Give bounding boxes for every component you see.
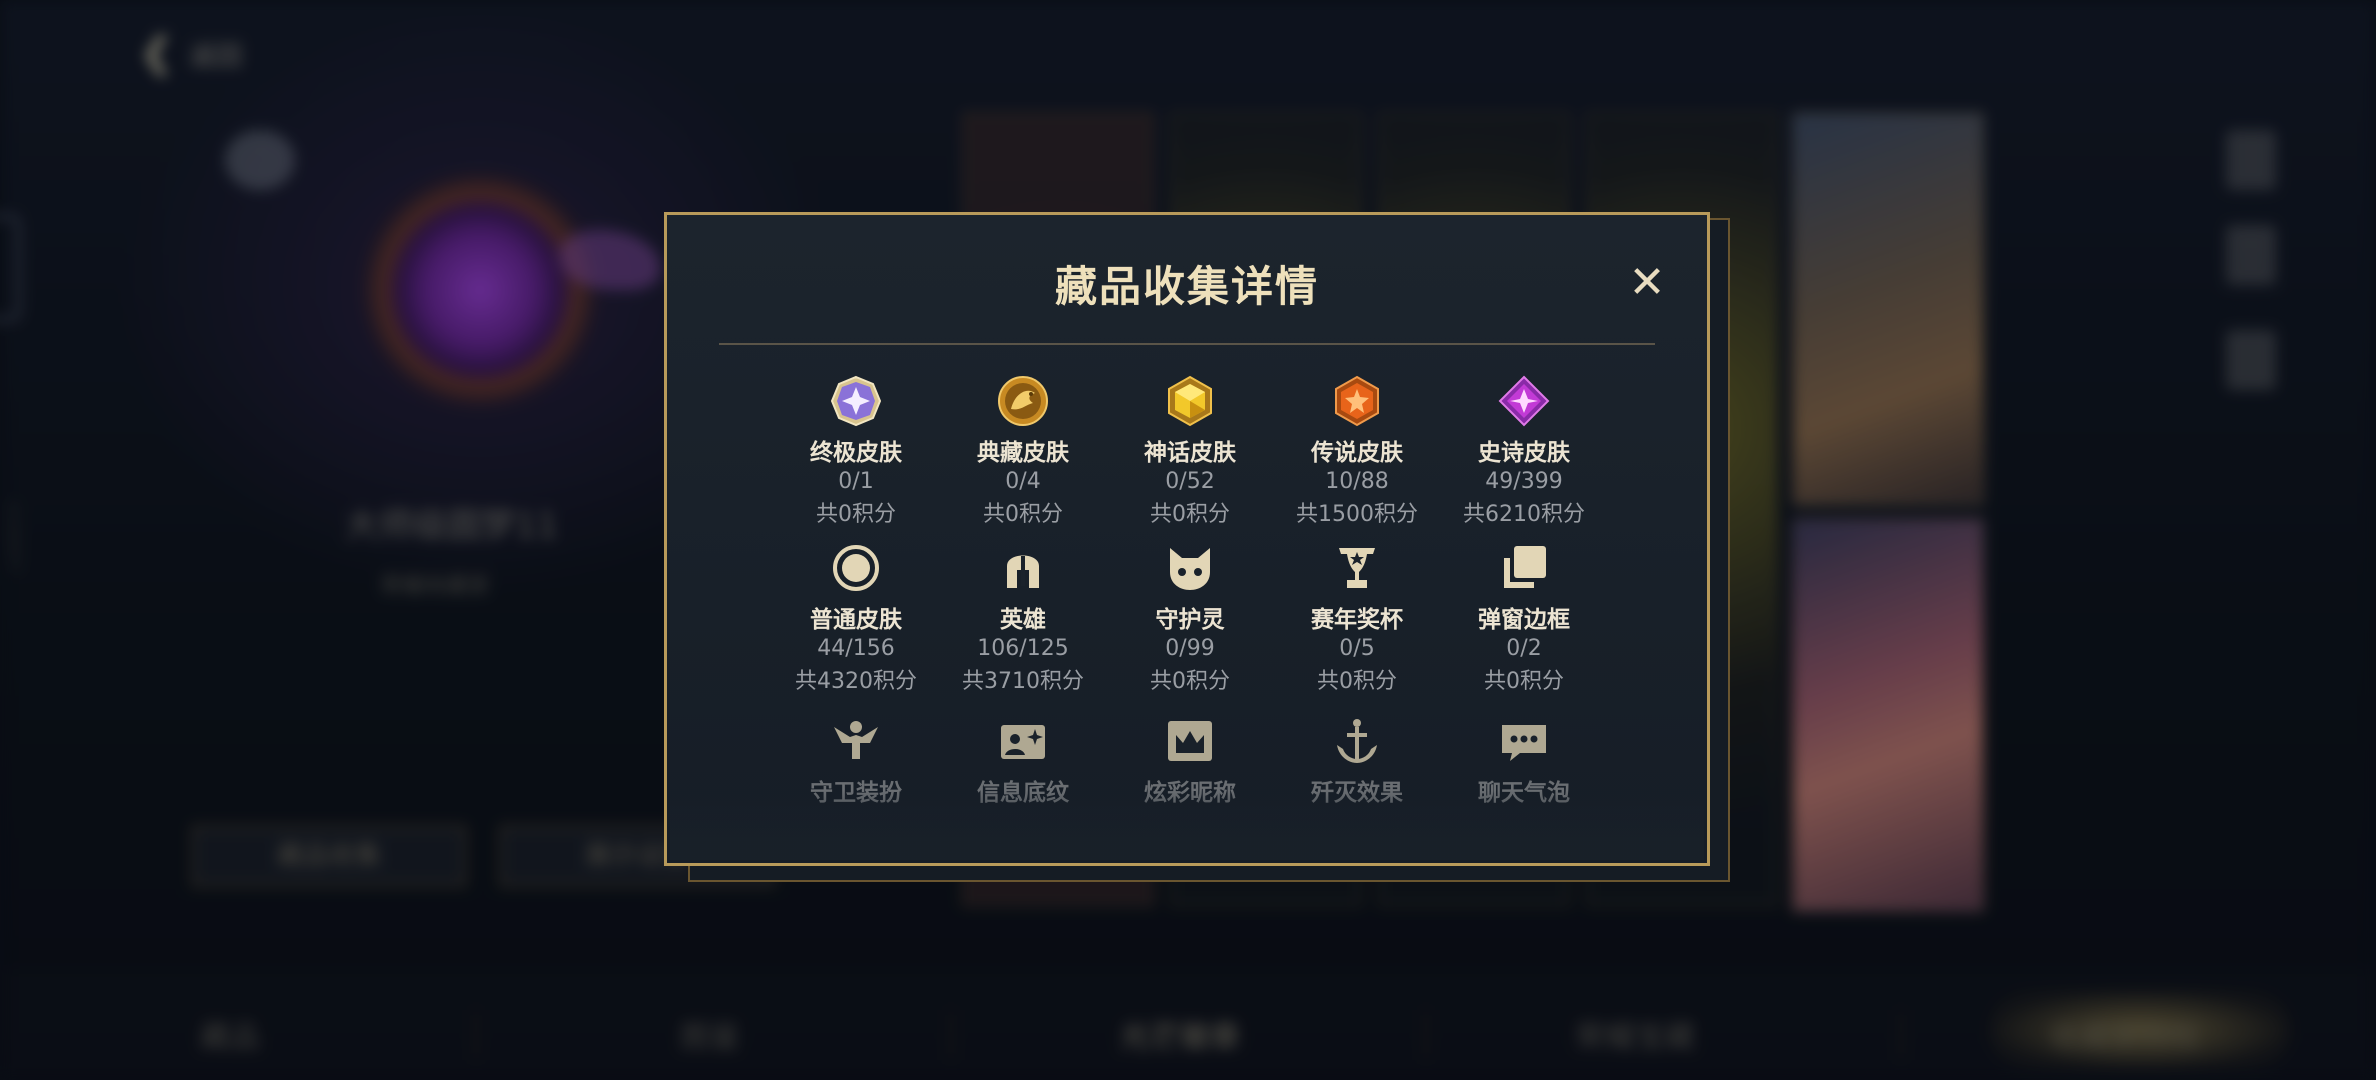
collection-skin-icon: [997, 375, 1049, 427]
mythic-skin-item[interactable]: 神话皮肤 0/52 共0积分: [1110, 375, 1270, 528]
normal-skin-icon: [830, 542, 882, 594]
collection-details-modal: 藏品收集详情 ✕ 终极皮肤 0/1 共0积分 典藏皮肤 0/4 共0积分 神话皮…: [664, 212, 1710, 866]
item-points: 共4320积分: [795, 669, 917, 694]
item-name: 普通皮肤: [810, 607, 902, 633]
mythic-skin-icon: [1164, 375, 1216, 427]
item-name: 守护灵: [1155, 607, 1225, 633]
item-name: 英雄: [1000, 607, 1046, 633]
normal-skin-item[interactable]: 普通皮肤 44/156 共4320积分: [776, 542, 936, 695]
item-count: 0/1: [838, 469, 874, 494]
item-count: 0/2: [1506, 636, 1542, 661]
chat-bubble-icon: [1498, 715, 1550, 767]
legend-skin-icon: [1331, 375, 1383, 427]
trophy-item[interactable]: 赛年奖杯 0/5 共0积分: [1277, 542, 1437, 695]
hero-helmet-icon: [997, 542, 1049, 594]
item-count: 44/156: [817, 636, 895, 661]
popup-frame-icon: [1498, 542, 1550, 594]
item-points: 共0积分: [983, 502, 1063, 527]
item-points: 共3710积分: [962, 669, 1084, 694]
item-points: 共0积分: [1317, 669, 1397, 694]
hero-item[interactable]: 英雄 106/125 共3710积分: [943, 542, 1103, 695]
guardian-spirit-icon: [1164, 542, 1216, 594]
scroll-fade: [670, 790, 1704, 860]
legend-skin-item[interactable]: 传说皮肤 10/88 共1500积分: [1277, 375, 1437, 528]
item-name: 神话皮肤: [1144, 440, 1236, 466]
ultimate-skin-icon: [830, 375, 882, 427]
item-points: 共6210积分: [1463, 502, 1585, 527]
nickname-icon: [1164, 715, 1216, 767]
item-points: 共0积分: [816, 502, 896, 527]
item-name: 赛年奖杯: [1311, 607, 1403, 633]
item-points: 共1500积分: [1296, 502, 1418, 527]
collection-grid: 终极皮肤 0/1 共0积分 典藏皮肤 0/4 共0积分 神话皮肤 0/52 共0…: [667, 215, 1707, 863]
info-card-icon: [997, 715, 1049, 767]
item-points: 共0积分: [1150, 502, 1230, 527]
item-count: 10/88: [1325, 469, 1389, 494]
item-name: 终极皮肤: [810, 440, 902, 466]
item-count: 0/4: [1005, 469, 1041, 494]
guard-outfit-icon: [830, 715, 882, 767]
item-count: 106/125: [977, 636, 1069, 661]
guardian-spirit-item[interactable]: 守护灵 0/99 共0积分: [1110, 542, 1270, 695]
collection-skin-item[interactable]: 典藏皮肤 0/4 共0积分: [943, 375, 1103, 528]
trophy-icon: [1331, 542, 1383, 594]
ultimate-skin-item[interactable]: 终极皮肤 0/1 共0积分: [776, 375, 936, 528]
item-name: 典藏皮肤: [977, 440, 1069, 466]
item-name: 弹窗边框: [1478, 607, 1570, 633]
item-points: 共0积分: [1484, 669, 1564, 694]
elimination-effect-icon: [1331, 715, 1383, 767]
item-points: 共0积分: [1150, 669, 1230, 694]
popup-frame-item[interactable]: 弹窗边框 0/2 共0积分: [1444, 542, 1604, 695]
item-count: 0/5: [1339, 636, 1375, 661]
epic-skin-item[interactable]: 史诗皮肤 49/399 共6210积分: [1444, 375, 1604, 528]
item-name: 史诗皮肤: [1478, 440, 1570, 466]
item-name: 传说皮肤: [1311, 440, 1403, 466]
item-count: 0/99: [1165, 636, 1215, 661]
item-count: 49/399: [1485, 469, 1563, 494]
epic-skin-icon: [1498, 375, 1550, 427]
item-count: 0/52: [1165, 469, 1215, 494]
